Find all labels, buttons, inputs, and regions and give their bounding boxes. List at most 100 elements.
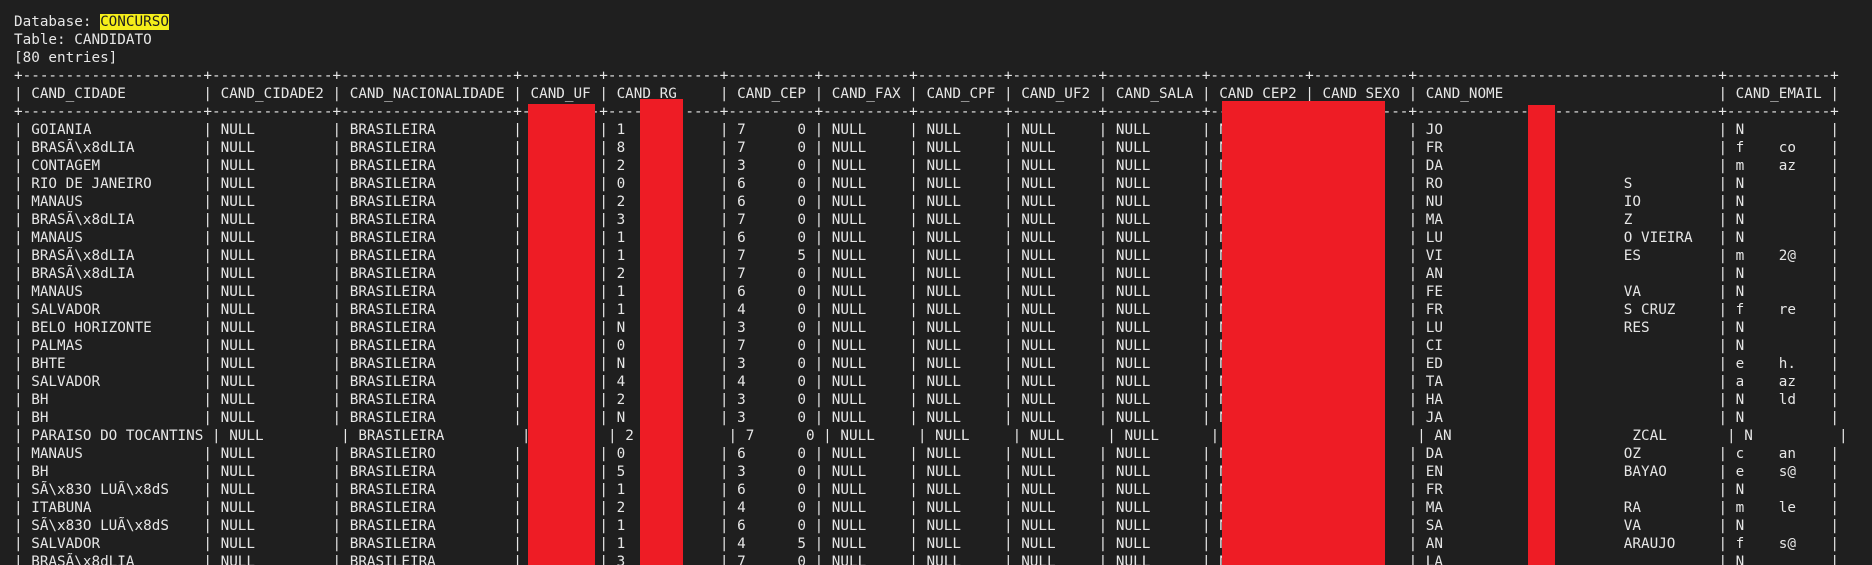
- table-cell: NULL: [220, 302, 324, 318]
- table-row: | MANAUS | NULL | BRASILEIRA | AM | 2 | …: [14, 194, 1848, 210]
- table-cell: NULL: [1115, 374, 1194, 390]
- table-cell: NULL: [926, 158, 996, 174]
- table-cell: AN ZCAL: [1434, 428, 1719, 444]
- table-cell: N: [1735, 554, 1822, 565]
- table-cell: NULL: [831, 194, 901, 210]
- table-cell: NULL: [1115, 140, 1194, 156]
- table-row: | BELO HORIZONTE | NULL | BRASILEIRA | M…: [14, 320, 1848, 336]
- table-cell: SÃ\x83O LUÃ\x8dS: [31, 482, 195, 498]
- table-cell: NULL: [220, 338, 324, 354]
- table-row: | BRASÃ\x8dLIA | NULL | BRASILEIRA | DF …: [14, 248, 1848, 264]
- database-line: Database: CONCURSO: [14, 13, 1872, 31]
- table-cell: NULL: [831, 140, 901, 156]
- table-cell: LA: [1425, 554, 1710, 565]
- column-header: CAND_FAX: [831, 86, 901, 102]
- table-cell: SÃ\x83O LUÃ\x8dS: [31, 518, 195, 534]
- table-cell: NULL: [220, 446, 324, 462]
- table-row: | BH | NULL | BRASILEIRA | MG | 5 | 3 0 …: [14, 464, 1848, 480]
- table-row: | MANAUS | NULL | BRASILEIRO | AM | 0 | …: [14, 446, 1848, 462]
- table-cell: BRASILEIRA: [349, 392, 505, 408]
- table-cell: NULL: [926, 392, 996, 408]
- column-header: CAND_SALA: [1115, 86, 1194, 102]
- table-cell: NULL: [926, 230, 996, 246]
- column-header: CAND_NACIONALIDADE: [349, 86, 505, 102]
- table-cell: NULL: [926, 176, 996, 192]
- table-cell: JA: [1425, 410, 1710, 426]
- table-row: | MANAUS | NULL | BRASILEIRA | AM | 1 | …: [14, 230, 1848, 246]
- table-row: | BRASÃ\x8dLIA | NULL | BRASILEIRA | DF …: [14, 140, 1848, 156]
- table-cell: NULL: [1021, 482, 1091, 498]
- table-cell: PARAISO DO TOCANTINS: [31, 428, 204, 444]
- table-cell: NULL: [926, 266, 996, 282]
- table-cell: NULL: [1115, 158, 1194, 174]
- table-cell: 7 0: [737, 554, 806, 565]
- table-cell: NULL: [1021, 518, 1091, 534]
- table-cell: NULL: [831, 464, 901, 480]
- table-cell: NULL: [1021, 356, 1091, 372]
- table-cell: NULL: [220, 284, 324, 300]
- table-cell: NULL: [1021, 320, 1091, 336]
- table-cell: GOIANIA: [31, 122, 195, 138]
- table-row: | SALVADOR | NULL | BRASILEIRA | BA | 1 …: [14, 302, 1848, 318]
- table-row: | GOIANIA | NULL | BRASILEIRA | GO | 1 |…: [14, 122, 1848, 138]
- table-cell: NULL: [1115, 176, 1194, 192]
- table-cell: NULL: [831, 248, 901, 264]
- table-cell: HA: [1425, 392, 1710, 408]
- table-cell: N: [1735, 410, 1822, 426]
- table-cell: 3 0: [737, 464, 806, 480]
- column-header: CAND_CPF: [926, 86, 996, 102]
- table-cell: ED: [1425, 356, 1710, 372]
- table-cell: NULL: [1115, 464, 1194, 480]
- table-cell: 6 0: [737, 446, 806, 462]
- table-row: | ITABUNA | NULL | BRASILEIRA | BA | 2 |…: [14, 500, 1848, 516]
- redaction-email-column: [1528, 105, 1555, 565]
- table-cell: ITABUNA: [31, 500, 195, 516]
- table-cell: f co: [1735, 140, 1822, 156]
- table-cell: 6 0: [737, 518, 806, 534]
- table-cell: NULL: [831, 122, 901, 138]
- table-cell: NULL: [831, 554, 901, 565]
- table-cell: NULL: [1021, 464, 1091, 480]
- table-cell: N: [1735, 482, 1822, 498]
- table-cell: DA: [1425, 158, 1710, 174]
- table-cell: NULL: [926, 482, 996, 498]
- table-cell: NULL: [831, 518, 901, 534]
- table-cell: NULL: [1021, 176, 1091, 192]
- table-cell: NULL: [831, 302, 901, 318]
- table-cell: NULL: [220, 266, 324, 282]
- table-cell: NULL: [220, 518, 324, 534]
- table-cell: 7 0: [737, 122, 806, 138]
- table-row: | RIO DE JANEIRO | NULL | BRASILEIRA | M…: [14, 176, 1848, 192]
- table-cell: NULL: [926, 338, 996, 354]
- entries-line: [80 entries]: [14, 50, 118, 66]
- column-header: CAND_CEP: [737, 86, 806, 102]
- table-row: | PALMAS | NULL | BRASILEIRA | TO | 0 | …: [14, 338, 1848, 354]
- table-cell: m le: [1735, 500, 1822, 516]
- table-cell: NULL: [220, 536, 324, 552]
- table-cell: 4 5: [737, 536, 806, 552]
- table-row: | PARAISO DO TOCANTINS | NULL | BRASILEI…: [14, 428, 1857, 444]
- table-cell: N: [1735, 194, 1822, 210]
- table-row: | MANAUS | NULL | BRASILEIRA | AM | 1 | …: [14, 284, 1848, 300]
- table-row: | CONTAGEM | NULL | BRASILEIRA | MG | 2 …: [14, 158, 1848, 174]
- table-cell: e h.: [1735, 356, 1822, 372]
- table-cell: 4 0: [737, 500, 806, 516]
- table-cell: BRASILEIRA: [349, 122, 505, 138]
- table-cell: N: [1735, 212, 1822, 228]
- table-cell: N: [1735, 320, 1822, 336]
- table-cell: TA: [1425, 374, 1710, 390]
- table-cell: e s@: [1735, 464, 1822, 480]
- table-cell: MANAUS: [31, 284, 195, 300]
- table-cell: NULL: [1021, 284, 1091, 300]
- table-cell: NULL: [1021, 338, 1091, 354]
- table-cell: MANAUS: [31, 230, 195, 246]
- table-cell: NULL: [220, 158, 324, 174]
- table-row: | SALVADOR | NULL | BRASILEIRA | BA | 4 …: [14, 374, 1848, 390]
- table-cell: NULL: [1021, 266, 1091, 282]
- table-cell: NULL: [926, 554, 996, 565]
- table-cell: NULL: [220, 140, 324, 156]
- table-cell: NULL: [1115, 356, 1194, 372]
- table-cell: MA RA: [1425, 500, 1710, 516]
- table-header-row: | CAND_CIDADE | CAND_CIDADE2 | CAND_NACI…: [14, 86, 1848, 102]
- table-cell: NULL: [831, 374, 901, 390]
